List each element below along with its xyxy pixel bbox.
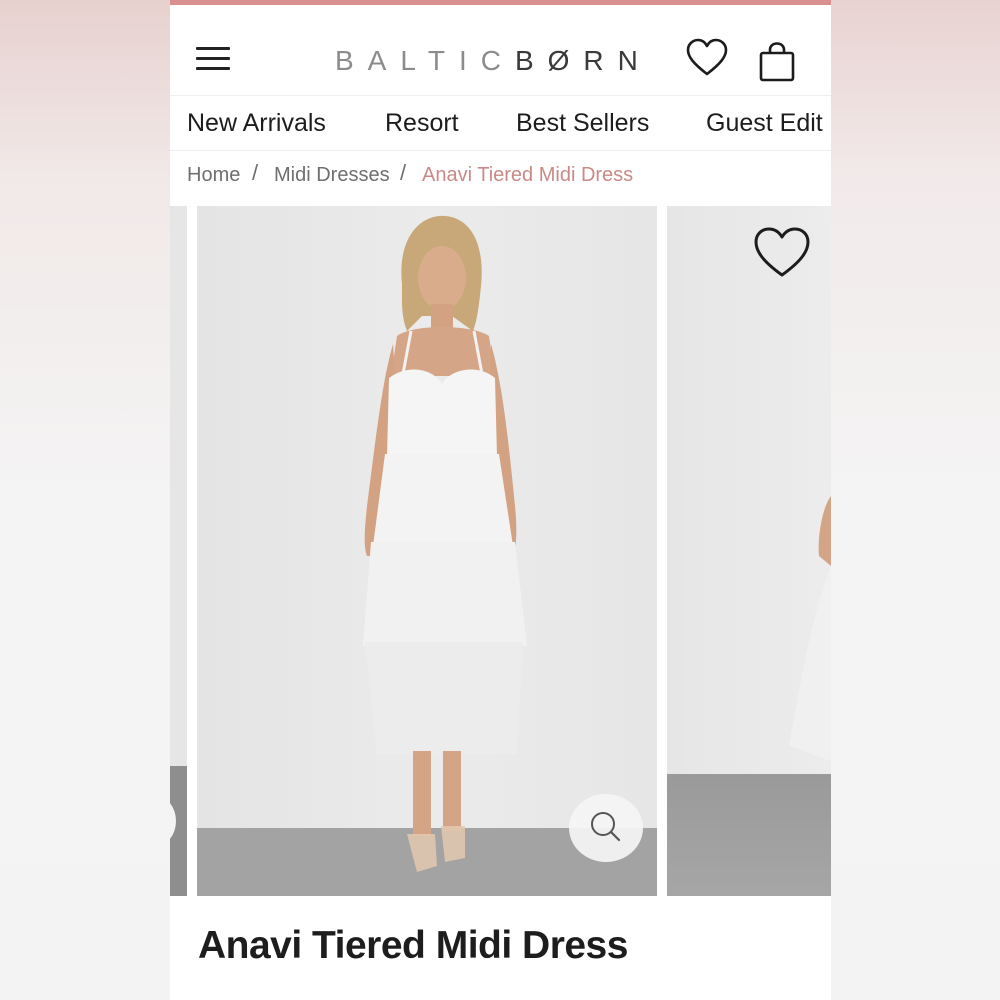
- logo-text-born: BØRN: [514, 45, 652, 76]
- breadcrumb-midi-dresses[interactable]: Midi Dresses: [274, 161, 390, 189]
- model-photo-partial: [789, 496, 831, 761]
- breadcrumb-separator: /: [400, 160, 407, 185]
- nav-item-best-sellers[interactable]: Best Sellers: [516, 107, 649, 139]
- gallery-slide-current[interactable]: [197, 206, 657, 896]
- breadcrumb: Home / Midi Dresses / Anavi Tiered Midi …: [170, 151, 831, 203]
- gallery-slide-next[interactable]: [667, 206, 831, 896]
- breadcrumb-separator: /: [252, 160, 259, 185]
- hamburger-menu-icon[interactable]: [196, 47, 230, 73]
- background-left: [0, 0, 170, 1000]
- breadcrumb-current-page: Anavi Tiered Midi Dress: [422, 164, 634, 186]
- nav-item-resort[interactable]: Resort: [385, 107, 459, 139]
- mobile-page: BALTICBØRN New Arrivals Resort Best Sell…: [170, 0, 831, 1000]
- breadcrumb-home[interactable]: Home: [187, 161, 240, 189]
- background-right: [830, 0, 1000, 1000]
- heart-icon[interactable]: [686, 38, 728, 78]
- gallery-slide-previous[interactable]: [170, 206, 187, 896]
- product-title: Anavi Tiered Midi Dress: [198, 924, 628, 967]
- shopping-bag-icon[interactable]: [758, 41, 796, 83]
- logo-text-baltic: BALTIC: [335, 45, 515, 76]
- nav-item-guest-edit[interactable]: Guest Edit: [706, 107, 823, 139]
- category-nav: New Arrivals Resort Best Sellers Guest E…: [170, 95, 831, 151]
- nav-item-new-arrivals[interactable]: New Arrivals: [187, 107, 326, 139]
- heart-icon[interactable]: [753, 226, 811, 280]
- brand-logo[interactable]: BALTICBØRN: [335, 43, 652, 79]
- magnifier-icon[interactable]: [569, 794, 643, 862]
- product-image-gallery[interactable]: [170, 206, 831, 896]
- model-photo: [197, 215, 657, 896]
- site-header: BALTICBØRN: [170, 5, 831, 95]
